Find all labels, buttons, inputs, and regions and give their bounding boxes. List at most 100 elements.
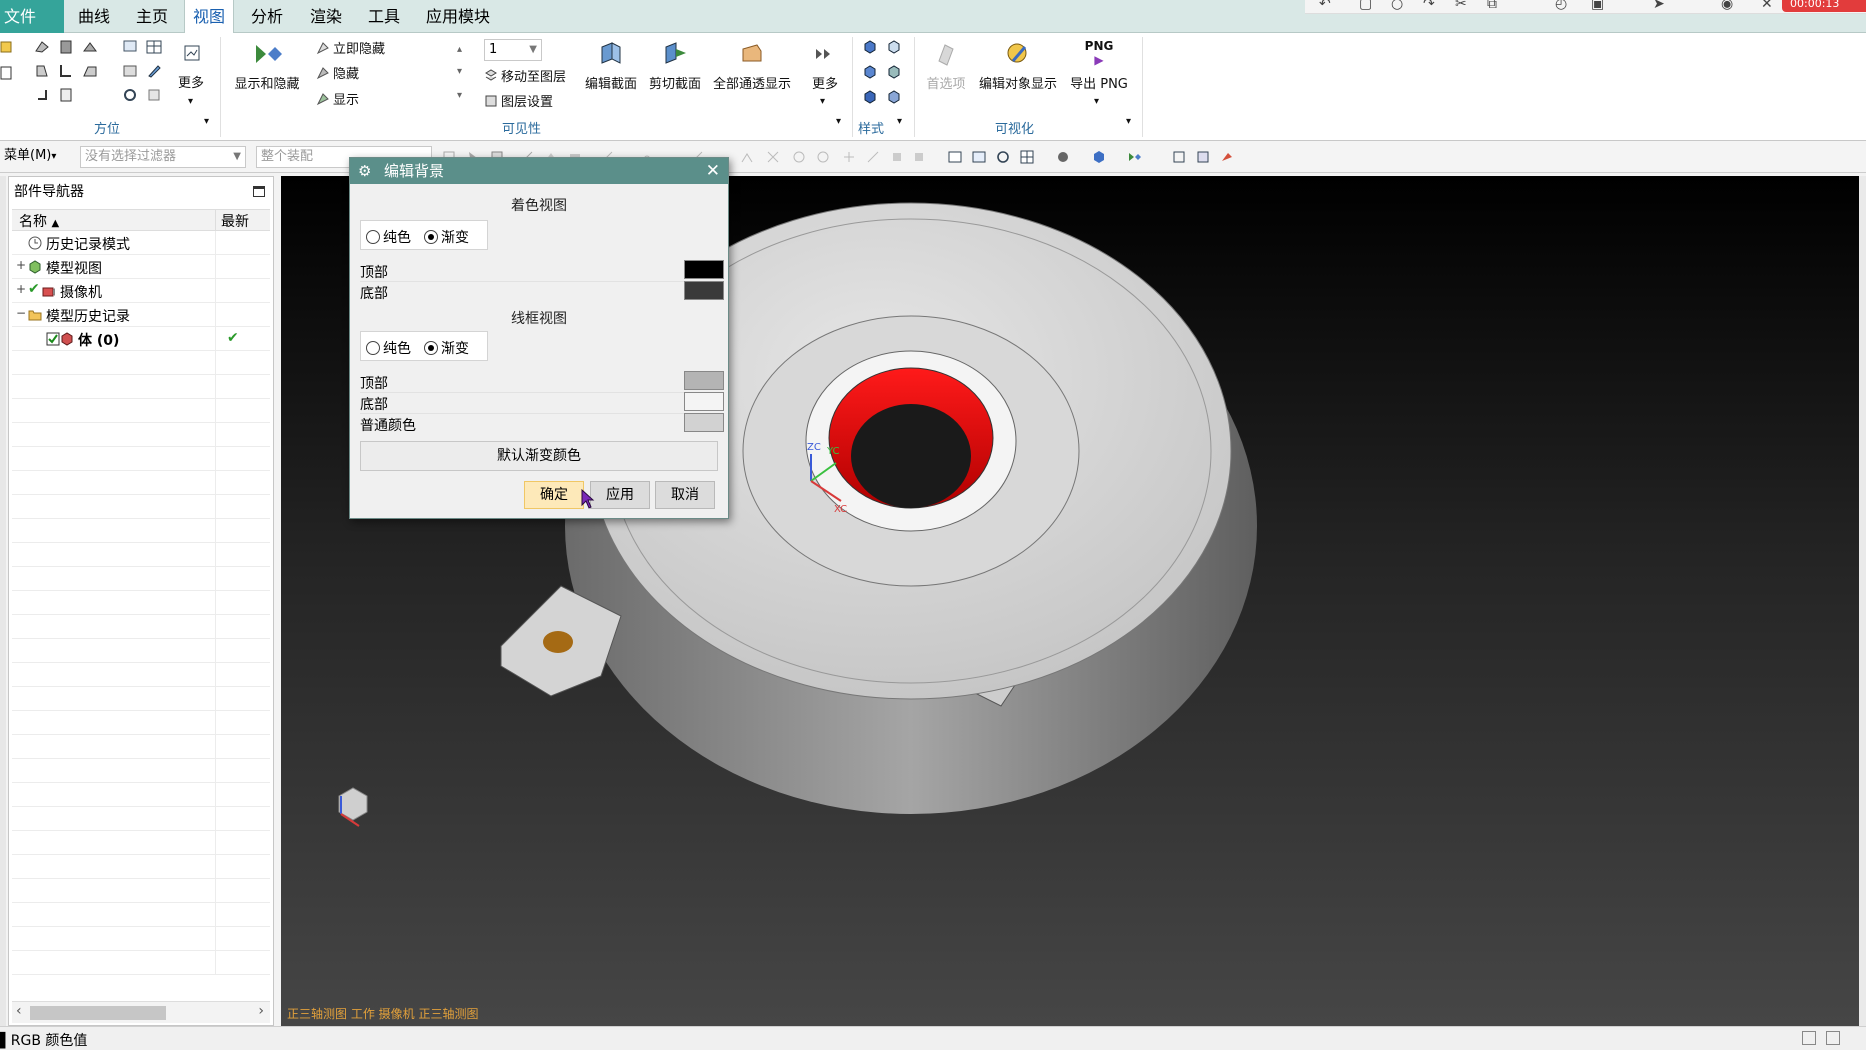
move-to-layer-button[interactable]: 移动至图层 [484,67,566,89]
selection-filter-select[interactable]: 没有选择过滤器 ▼ [80,146,246,168]
column-latest-header[interactable]: 最新 [221,211,249,231]
shaded-solid-radio[interactable]: 纯色 [366,227,411,247]
status-fullscreen-icon[interactable] [1826,1031,1840,1045]
layout-grid-icon[interactable] [1020,150,1034,164]
instant-hide-button[interactable]: 立即隐藏 [316,39,385,61]
undo-icon[interactable]: ↶ [1319,0,1331,12]
tree-item-body[interactable]: 体 (0) ✔ [12,327,270,351]
paint-icon[interactable] [1220,150,1234,164]
group-expand-icon[interactable]: ▾ [836,111,841,133]
scrollbar-thumb[interactable] [30,1006,166,1020]
quadrant-icon[interactable] [816,150,830,164]
horizontal-scrollbar[interactable]: ‹ › [12,1001,270,1023]
tab-curve[interactable]: 曲线 [70,0,118,33]
rotate-view-icon[interactable] [996,150,1010,164]
scroll-right-icon[interactable]: › [258,1003,264,1019]
show-button[interactable]: 显示 [316,90,359,112]
column-divider[interactable] [215,210,216,232]
view-frame-icon[interactable] [0,65,16,81]
maximize-icon[interactable] [253,186,265,197]
collapse-icon[interactable]: − [16,306,26,320]
csys-icon[interactable] [1196,150,1210,164]
point-on-face-icon[interactable] [890,150,904,164]
column-name-header[interactable]: 名称 ▲ [19,211,59,231]
tab-tools[interactable]: 工具 [360,0,408,33]
tab-app-modules[interactable]: 应用模块 [418,0,498,33]
tree-item-model-views[interactable]: + 模型视图 [12,255,270,279]
wireframe-gradient-radio[interactable]: 渐变 [424,338,469,358]
all-transparent-button[interactable]: 全部通透显示 [706,39,798,92]
chevron-down-icon[interactable]: ▾ [1094,91,1099,113]
show-hide-toolbar-icon[interactable] [1128,150,1142,164]
iso-view-icon[interactable] [82,39,98,55]
plain-color-swatch[interactable] [684,413,724,432]
hidden-edges-cube-icon[interactable] [886,64,902,80]
wire-cube-icon[interactable] [886,39,902,55]
more-views-icon[interactable] [184,45,200,61]
edit-object-display-button[interactable]: 编辑对象显示 [972,39,1064,92]
close-icon[interactable]: ✕ [1761,0,1773,12]
existing-point-icon[interactable] [842,150,856,164]
close-icon[interactable]: ✕ [706,158,720,184]
render-style-icon[interactable] [1056,150,1070,164]
left-view-icon[interactable] [58,63,74,79]
default-gradient-button[interactable]: 默认渐变颜色 [360,441,718,471]
chevron-down-icon[interactable]: ▾ [188,91,193,113]
back-view-icon[interactable] [34,87,50,103]
scroll-left-icon[interactable]: ‹ [16,1003,22,1019]
shaded-cube-icon[interactable] [862,39,878,55]
wireframe-bottom-color-swatch[interactable] [684,392,724,411]
shaded-bottom-color-swatch[interactable] [684,281,724,300]
status-view-icon[interactable] [1802,1031,1816,1045]
analysis-cube-icon[interactable] [886,89,902,105]
cut-icon[interactable]: ✂ [1455,0,1467,12]
edges-cube-icon[interactable] [862,64,878,80]
layer-select[interactable]: 1 ▼ [484,39,542,61]
studio-cube-icon[interactable] [862,89,878,105]
tab-render[interactable]: 渲染 [302,0,350,33]
right-view-icon[interactable] [34,63,50,79]
scroll-down-icon[interactable]: ▾ [457,61,462,83]
top-view-icon[interactable] [58,39,74,55]
chevron-down-icon[interactable]: ▾ [820,91,825,113]
layout-icon[interactable] [146,39,162,55]
hide-button[interactable]: 隐藏 [316,64,359,86]
ok-button[interactable]: 确定 [524,481,584,509]
more-visibility-button[interactable]: 更多 [806,39,844,92]
redo-icon[interactable]: ↷ [1423,0,1435,12]
refresh-icon[interactable]: ○ [1391,0,1403,12]
bottom-view-icon[interactable] [82,63,98,79]
file-menu[interactable]: 文件(F) [0,0,64,59]
show-hide-button[interactable]: 显示和隐藏 [228,39,306,92]
rotate-icon[interactable] [122,87,138,103]
shaded-top-color-swatch[interactable] [684,260,724,279]
midpoint-icon[interactable] [740,150,754,164]
scroll-up-icon[interactable]: ▴ [457,39,462,61]
clip-section-button[interactable]: 剪切截面 [644,39,706,92]
point-on-curve-icon[interactable] [866,150,880,164]
arrow-icon[interactable]: ➤ [1653,0,1665,12]
wireframe-solid-radio[interactable]: 纯色 [366,338,411,358]
wcs-icon[interactable] [1172,150,1186,164]
checkbox-checked-icon[interactable] [46,332,60,346]
front-view-icon[interactable] [34,39,50,55]
group-expand-icon[interactable]: ▾ [204,111,209,133]
tab-analysis[interactable]: 分析 [243,0,291,33]
apply-button[interactable]: 应用 [590,481,650,509]
fit-view-icon[interactable] [948,150,962,164]
menu-button[interactable]: 菜单(M)▾ [0,146,64,168]
shaded-gradient-radio[interactable]: 渐变 [424,227,469,247]
shaded-icon[interactable] [1092,150,1106,164]
pan-icon[interactable] [122,63,138,79]
bounded-grid-icon[interactable] [912,150,926,164]
save-icon[interactable]: ▢ [1359,0,1372,12]
zoom-icon[interactable] [122,39,138,55]
window-icon[interactable]: ▣ [1591,0,1604,12]
help-icon[interactable]: ◉ [1721,0,1733,12]
tab-view[interactable]: 视图 [184,0,235,34]
layer-settings-button[interactable]: 图层设置 [484,92,553,114]
gallery-expand-icon[interactable]: ▾ [457,85,462,107]
dialog-titlebar[interactable]: ⚙ 编辑背景 ✕ [350,158,728,184]
history-icon[interactable]: ◴ [1555,0,1567,12]
group-expand-icon[interactable]: ▾ [1126,111,1131,133]
